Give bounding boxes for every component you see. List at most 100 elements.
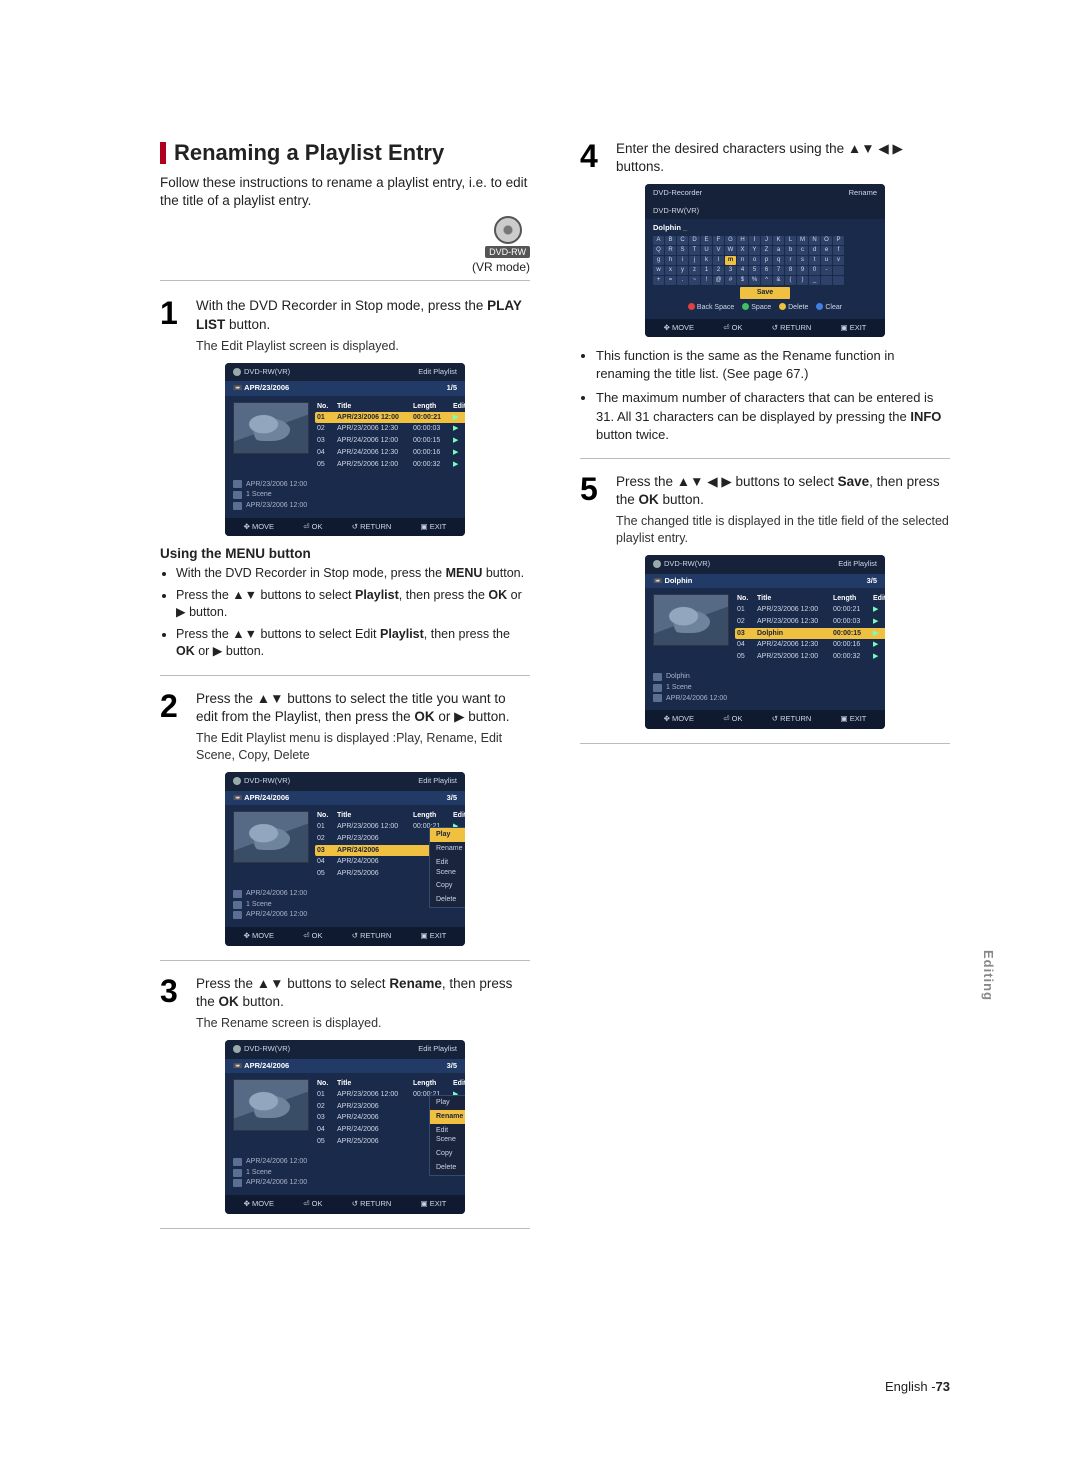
- keyboard-key[interactable]: G: [725, 236, 736, 245]
- keyboard-key[interactable]: j: [689, 256, 700, 265]
- keyboard-key[interactable]: k: [701, 256, 712, 265]
- keyboard-key[interactable]: M: [797, 236, 808, 245]
- keyboard-key[interactable]: Q: [653, 246, 664, 255]
- keyboard-key[interactable]: 6: [761, 266, 772, 275]
- keyboard-key[interactable]: b: [785, 246, 796, 255]
- keyboard-key[interactable]: P: [833, 236, 844, 245]
- keyboard-key[interactable]: &: [773, 276, 784, 285]
- keyboard-key[interactable]: w: [653, 266, 664, 275]
- keyboard-key[interactable]: t: [809, 256, 820, 265]
- menu-item[interactable]: Edit Scene: [430, 856, 465, 880]
- keyboard-key[interactable]: B: [665, 236, 676, 245]
- backspace-action[interactable]: Back Space: [688, 303, 734, 313]
- keyboard-key[interactable]: #: [725, 276, 736, 285]
- keyboard-key[interactable]: x: [665, 266, 676, 275]
- space-action[interactable]: Space: [742, 303, 771, 313]
- keyboard-key[interactable]: +: [653, 276, 664, 285]
- keyboard-key[interactable]: n: [737, 256, 748, 265]
- keyboard-key[interactable]: U: [701, 246, 712, 255]
- keyboard-key[interactable]: !: [701, 276, 712, 285]
- keyboard-key[interactable]: 5: [749, 266, 760, 275]
- keyboard-key[interactable]: I: [749, 236, 760, 245]
- keyboard-key[interactable]: 8: [785, 266, 796, 275]
- list-item[interactable]: 05APR/25/2006 12:0000:00:32▶: [317, 459, 465, 471]
- keyboard-key[interactable]: ^: [761, 276, 772, 285]
- keyboard-key[interactable]: a: [773, 246, 784, 255]
- keyboard-key[interactable]: O: [821, 236, 832, 245]
- keyboard-key[interactable]: v: [833, 256, 844, 265]
- keyboard-key[interactable]: 1: [701, 266, 712, 275]
- keyboard-key[interactable]: [821, 276, 832, 285]
- keyboard-key[interactable]: 4: [737, 266, 748, 275]
- keyboard-key[interactable]: E: [701, 236, 712, 245]
- menu-item[interactable]: Delete: [430, 1161, 465, 1175]
- keyboard-key[interactable]: [833, 266, 844, 275]
- clear-action[interactable]: Clear: [816, 303, 842, 313]
- menu-item[interactable]: Copy: [430, 879, 465, 893]
- keyboard-key[interactable]: p: [761, 256, 772, 265]
- keyboard-key[interactable]: T: [689, 246, 700, 255]
- keyboard-key[interactable]: i: [677, 256, 688, 265]
- keyboard-key[interactable]: 9: [797, 266, 808, 275]
- keyboard-key[interactable]: u: [821, 256, 832, 265]
- save-button[interactable]: Save: [740, 287, 790, 299]
- keyboard-key[interactable]: g: [653, 256, 664, 265]
- keyboard-key[interactable]: Y: [749, 246, 760, 255]
- keyboard-key[interactable]: W: [725, 246, 736, 255]
- menu-item[interactable]: Play: [430, 828, 465, 842]
- list-item[interactable]: 04APR/24/2006 12:3000:00:16▶: [317, 447, 465, 459]
- keyboard-key[interactable]: ): [797, 276, 808, 285]
- keyboard-key[interactable]: ~: [689, 276, 700, 285]
- keyboard-key[interactable]: Z: [761, 246, 772, 255]
- list-item[interactable]: 01APR/23/2006 12:0000:00:21▶: [737, 604, 885, 616]
- keyboard-key[interactable]: J: [761, 236, 772, 245]
- keyboard-key[interactable]: o: [749, 256, 760, 265]
- delete-action[interactable]: Delete: [779, 303, 808, 313]
- keyboard-key[interactable]: K: [773, 236, 784, 245]
- list-item[interactable]: 03APR/24/2006 12:0000:00:15▶: [317, 435, 465, 447]
- keyboard-key[interactable]: V: [713, 246, 724, 255]
- keyboard-key[interactable]: _: [809, 276, 820, 285]
- menu-item[interactable]: Rename: [430, 842, 465, 856]
- keyboard-key[interactable]: =: [665, 276, 676, 285]
- keyboard-key[interactable]: y: [677, 266, 688, 275]
- menu-item[interactable]: Play: [430, 1096, 465, 1110]
- keyboard-key[interactable]: r: [785, 256, 796, 265]
- list-item[interactable]: 03Dolphin00:00:15▶: [735, 628, 885, 640]
- context-menu[interactable]: PlayRenameEdit SceneCopyDelete: [429, 1095, 465, 1176]
- list-item[interactable]: 02APR/23/2006 12:3000:00:03▶: [317, 423, 465, 435]
- context-menu[interactable]: PlayRenameEdit SceneCopyDelete: [429, 827, 465, 908]
- keyboard-key[interactable]: s: [797, 256, 808, 265]
- keyboard-key[interactable]: 3: [725, 266, 736, 275]
- keyboard-key[interactable]: f: [833, 246, 844, 255]
- keyboard-key[interactable]: 2: [713, 266, 724, 275]
- onscreen-keyboard[interactable]: ABCDEFGHIJKLMNOPQRSTUVWXYZabcdefghijklmn…: [653, 236, 877, 285]
- keyboard-key[interactable]: H: [737, 236, 748, 245]
- keyboard-key[interactable]: [833, 276, 844, 285]
- menu-item[interactable]: Edit Scene: [430, 1124, 465, 1148]
- menu-item[interactable]: Delete: [430, 893, 465, 907]
- keyboard-key[interactable]: h: [665, 256, 676, 265]
- keyboard-key[interactable]: %: [749, 276, 760, 285]
- keyboard-key[interactable]: 0: [809, 266, 820, 275]
- menu-item[interactable]: Rename: [430, 1110, 465, 1124]
- keyboard-key[interactable]: @: [713, 276, 724, 285]
- list-item[interactable]: 01APR/23/2006 12:0000:00:21▶: [315, 412, 465, 424]
- keyboard-key[interactable]: 7: [773, 266, 784, 275]
- keyboard-key[interactable]: e: [821, 246, 832, 255]
- list-item[interactable]: 02APR/23/2006 12:3000:00:03▶: [737, 616, 885, 628]
- keyboard-key[interactable]: m: [725, 256, 736, 265]
- keyboard-key[interactable]: -: [821, 266, 832, 275]
- keyboard-key[interactable]: $: [737, 276, 748, 285]
- keyboard-key[interactable]: C: [677, 236, 688, 245]
- keyboard-key[interactable]: (: [785, 276, 796, 285]
- list-item[interactable]: 05APR/25/2006 12:0000:00:32▶: [737, 651, 885, 663]
- menu-item[interactable]: Copy: [430, 1147, 465, 1161]
- keyboard-key[interactable]: l: [713, 256, 724, 265]
- keyboard-key[interactable]: X: [737, 246, 748, 255]
- keyboard-key[interactable]: .: [677, 276, 688, 285]
- keyboard-key[interactable]: F: [713, 236, 724, 245]
- keyboard-key[interactable]: N: [809, 236, 820, 245]
- keyboard-key[interactable]: c: [797, 246, 808, 255]
- keyboard-key[interactable]: D: [689, 236, 700, 245]
